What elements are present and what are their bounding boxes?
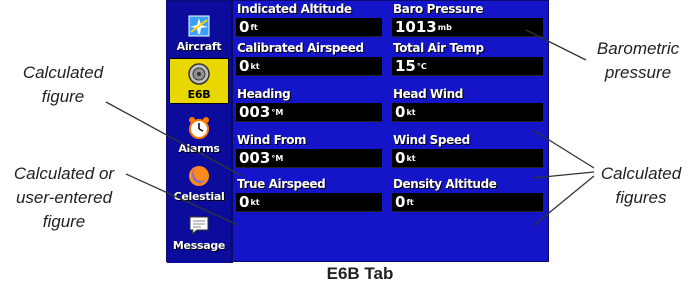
callout-calculated-figures: Calculated figures xyxy=(588,162,694,210)
callout-line: Calculated xyxy=(22,63,104,82)
leader-line xyxy=(525,29,587,61)
leader-line xyxy=(532,129,595,169)
callout-line: pressure xyxy=(604,63,672,82)
figure-caption: E6B Tab xyxy=(326,264,394,283)
callout-line: figure xyxy=(42,212,86,231)
leader-line xyxy=(532,175,595,227)
leader-line xyxy=(532,171,595,179)
callout-calculated-or-user-entered: Calculated or user-entered figure xyxy=(0,162,128,234)
callout-line: figure xyxy=(41,87,85,106)
callout-line: user-entered xyxy=(15,188,113,207)
callout-barometric-pressure: Barometric pressure xyxy=(585,37,691,85)
callout-calculated-figure: Calculated figure xyxy=(8,61,118,109)
callout-line: Barometric xyxy=(596,39,680,58)
callout-line: Calculated xyxy=(600,164,682,183)
callout-line: figures xyxy=(615,188,667,207)
callout-line: Calculated or xyxy=(13,164,115,183)
leader-line xyxy=(125,173,239,226)
